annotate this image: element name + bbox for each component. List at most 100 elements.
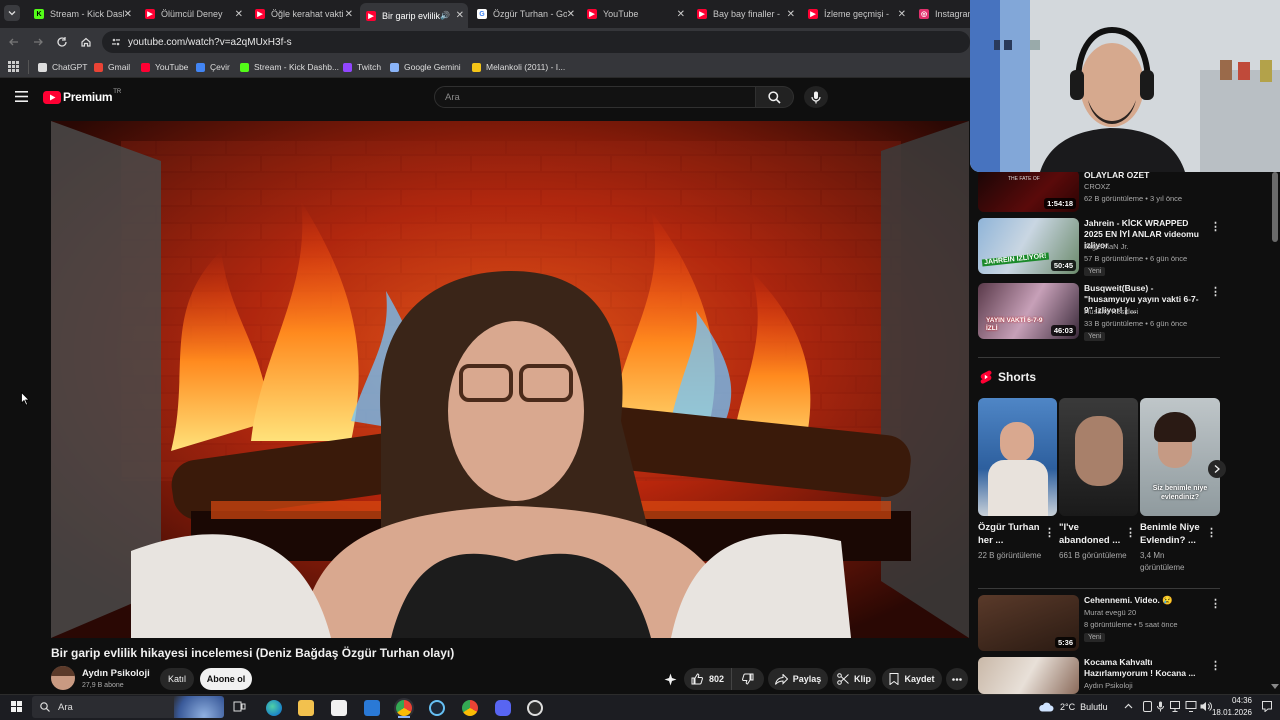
browser-tab[interactable]: ▶ Ölümcül Deney ✕ (139, 3, 247, 25)
tray-chevron-up-icon[interactable] (1124, 703, 1133, 709)
recommendation-item[interactable]: YAYIN VAKTİ 6-7-9 İZLİ 46:03 Busqweit(Buse… (978, 283, 1221, 343)
browser-tab[interactable]: G Özgür Turhan - Go ✕ (471, 3, 579, 25)
short-thumbnail[interactable] (978, 398, 1057, 516)
browser-tab[interactable]: ▶ YouTube ✕ (581, 3, 689, 25)
bookmark-favicon-icon (38, 62, 47, 72)
close-tab-icon[interactable]: ✕ (677, 9, 685, 20)
bookmark-item[interactable]: Melankoli (2011) - I... (472, 60, 565, 74)
sidebar-scrollbar[interactable] (1272, 172, 1278, 242)
close-tab-icon[interactable]: ✕ (787, 9, 795, 20)
voice-search-button[interactable] (804, 86, 828, 108)
more-options-icon[interactable]: ⋮ (1210, 659, 1220, 672)
windows-start-icon[interactable] (11, 701, 22, 712)
bookmark-item[interactable]: Gmail (94, 60, 130, 74)
more-options-icon[interactable]: ⋮ (1206, 526, 1217, 539)
browser-tab[interactable]: ▶ Öğle kerahat vakti ✕ (249, 3, 357, 25)
close-tab-icon[interactable]: ✕ (345, 9, 353, 20)
close-tab-icon[interactable]: ✕ (235, 9, 243, 20)
speaker-icon[interactable]: 🔊 (440, 11, 450, 20)
notification-icon[interactable] (1262, 701, 1272, 712)
recommendation-item[interactable]: JAHREIN İZLİYOR! 50:45 Jahrein - KİCK WRAP… (978, 218, 1221, 278)
network-icon[interactable] (1185, 701, 1197, 712)
clock-time[interactable]: 04:36 (1212, 696, 1252, 705)
task-view-icon[interactable] (233, 700, 246, 713)
recommendation-item[interactable]: 5:36 Cehennemi. Video. 😢 Murat evegü 20 8 g… (978, 595, 1221, 655)
short-title[interactable]: "I've abandoned ... (1059, 521, 1121, 547)
menu-icon[interactable] (15, 91, 28, 102)
apps-grid-icon[interactable] (8, 61, 19, 72)
short-thumbnail[interactable] (1059, 398, 1138, 516)
back-icon[interactable] (8, 36, 20, 48)
recommendation-item-partial[interactable]: THE FATE OF 1:54:18 OLAYLAR ÖZET CROXZ 6… (978, 170, 1220, 215)
search-button[interactable] (756, 86, 794, 108)
tray-app-icon[interactable] (1143, 701, 1152, 712)
chrome-icon[interactable] (396, 700, 412, 716)
subscribe-button[interactable]: Abone ol (200, 668, 252, 690)
browser-tab[interactable]: ◎ Instagram (913, 3, 970, 25)
tab-favicon-icon: ▶ (808, 9, 818, 19)
mail-icon[interactable] (364, 700, 380, 716)
forward-icon[interactable] (32, 36, 44, 48)
more-options-icon[interactable]: ⋮ (1125, 526, 1136, 539)
more-options-icon[interactable]: ⋮ (1210, 285, 1221, 298)
bookmark-item[interactable]: Twitch (343, 60, 381, 74)
tray-display-icon[interactable] (1170, 701, 1180, 712)
file-explorer-icon[interactable] (298, 700, 314, 716)
weather-text[interactable]: 2°C Bulutlu (1060, 702, 1108, 712)
channel-name[interactable]: Aydın Psikoloji (82, 668, 150, 679)
bookmark-item[interactable]: ChatGPT (38, 60, 87, 74)
sparkle-icon[interactable] (664, 673, 677, 686)
bookmark-item[interactable]: Stream - Kick Dashb... (240, 60, 339, 74)
scroll-down-icon[interactable] (1271, 684, 1279, 689)
short-title[interactable]: Benimle Niye Evlendin? ... (1140, 521, 1202, 547)
more-options-icon[interactable]: ⋮ (1210, 597, 1221, 610)
save-button[interactable]: Kaydet (882, 668, 942, 690)
close-tab-icon[interactable]: ✕ (124, 9, 132, 20)
channel-avatar[interactable] (51, 666, 75, 690)
short-thumbnail[interactable]: Siz benimle niye evlendiniz? (1140, 398, 1220, 516)
join-button[interactable]: Katıl (160, 668, 194, 690)
youtube-logo[interactable]: Premium TR (43, 89, 121, 105)
shorts-title: Shorts (998, 370, 1037, 384)
thumbs-up-icon (691, 673, 703, 685)
browser-tab[interactable]: ▶ Bir garip evlilik 🔊 ✕ (360, 3, 468, 28)
steam-icon[interactable] (429, 700, 445, 716)
close-tab-icon[interactable]: ✕ (456, 10, 464, 21)
thumbs-down-icon (742, 673, 754, 685)
bookmark-item[interactable]: Çevir (196, 60, 230, 74)
browser-tab[interactable]: ▶ İzleme geçmişi - ✕ (802, 3, 910, 25)
edge-icon[interactable] (266, 700, 282, 716)
home-icon[interactable] (80, 36, 92, 48)
video-player[interactable] (51, 121, 969, 638)
short-title[interactable]: Özgür Turhan her ... (978, 521, 1040, 547)
recommendation-item[interactable]: Kocama Kahvaltı Hazırlamıyorum ! Kocana … (978, 657, 1220, 694)
more-options-icon[interactable]: ⋮ (1044, 526, 1055, 539)
video-duration: 46:03 (1050, 325, 1076, 336)
tab-search-button[interactable] (4, 5, 20, 21)
close-tab-icon[interactable]: ✕ (567, 9, 575, 20)
chrome-profile-icon[interactable] (462, 700, 478, 716)
close-tab-icon[interactable]: ✕ (898, 9, 906, 20)
site-info-icon[interactable] (111, 37, 121, 47)
share-button[interactable]: Paylaş (768, 668, 828, 690)
clip-button[interactable]: Klip (832, 668, 876, 690)
like-count: 802 (708, 674, 725, 684)
bookmark-item[interactable]: Google Gemini (390, 60, 461, 74)
dislike-button[interactable] (733, 668, 763, 690)
more-options-icon[interactable]: ⋮ (1210, 220, 1221, 233)
like-button[interactable]: 802 (684, 668, 732, 690)
tray-mic-icon[interactable] (1157, 701, 1164, 712)
shorts-next-button[interactable] (1208, 460, 1226, 478)
search-input[interactable]: Ara (434, 86, 756, 108)
bookmark-item[interactable]: YouTube (141, 60, 188, 74)
obs-icon[interactable] (527, 700, 543, 716)
store-icon[interactable] (331, 700, 347, 716)
more-actions-button[interactable] (946, 668, 968, 690)
address-bar[interactable]: youtube.com/watch?v=a2qMUxH3f-s (102, 31, 970, 53)
discord-icon[interactable] (495, 700, 511, 716)
browser-tab[interactable]: K Stream - Kick Dashb✕ (28, 3, 136, 25)
browser-tab[interactable]: ▶ Bay bay finaller - ✕ (691, 3, 799, 25)
reload-icon[interactable] (56, 36, 68, 48)
taskbar-search-box[interactable]: Ara (32, 696, 224, 718)
clock-date[interactable]: 18.01.2026 (1202, 708, 1252, 717)
